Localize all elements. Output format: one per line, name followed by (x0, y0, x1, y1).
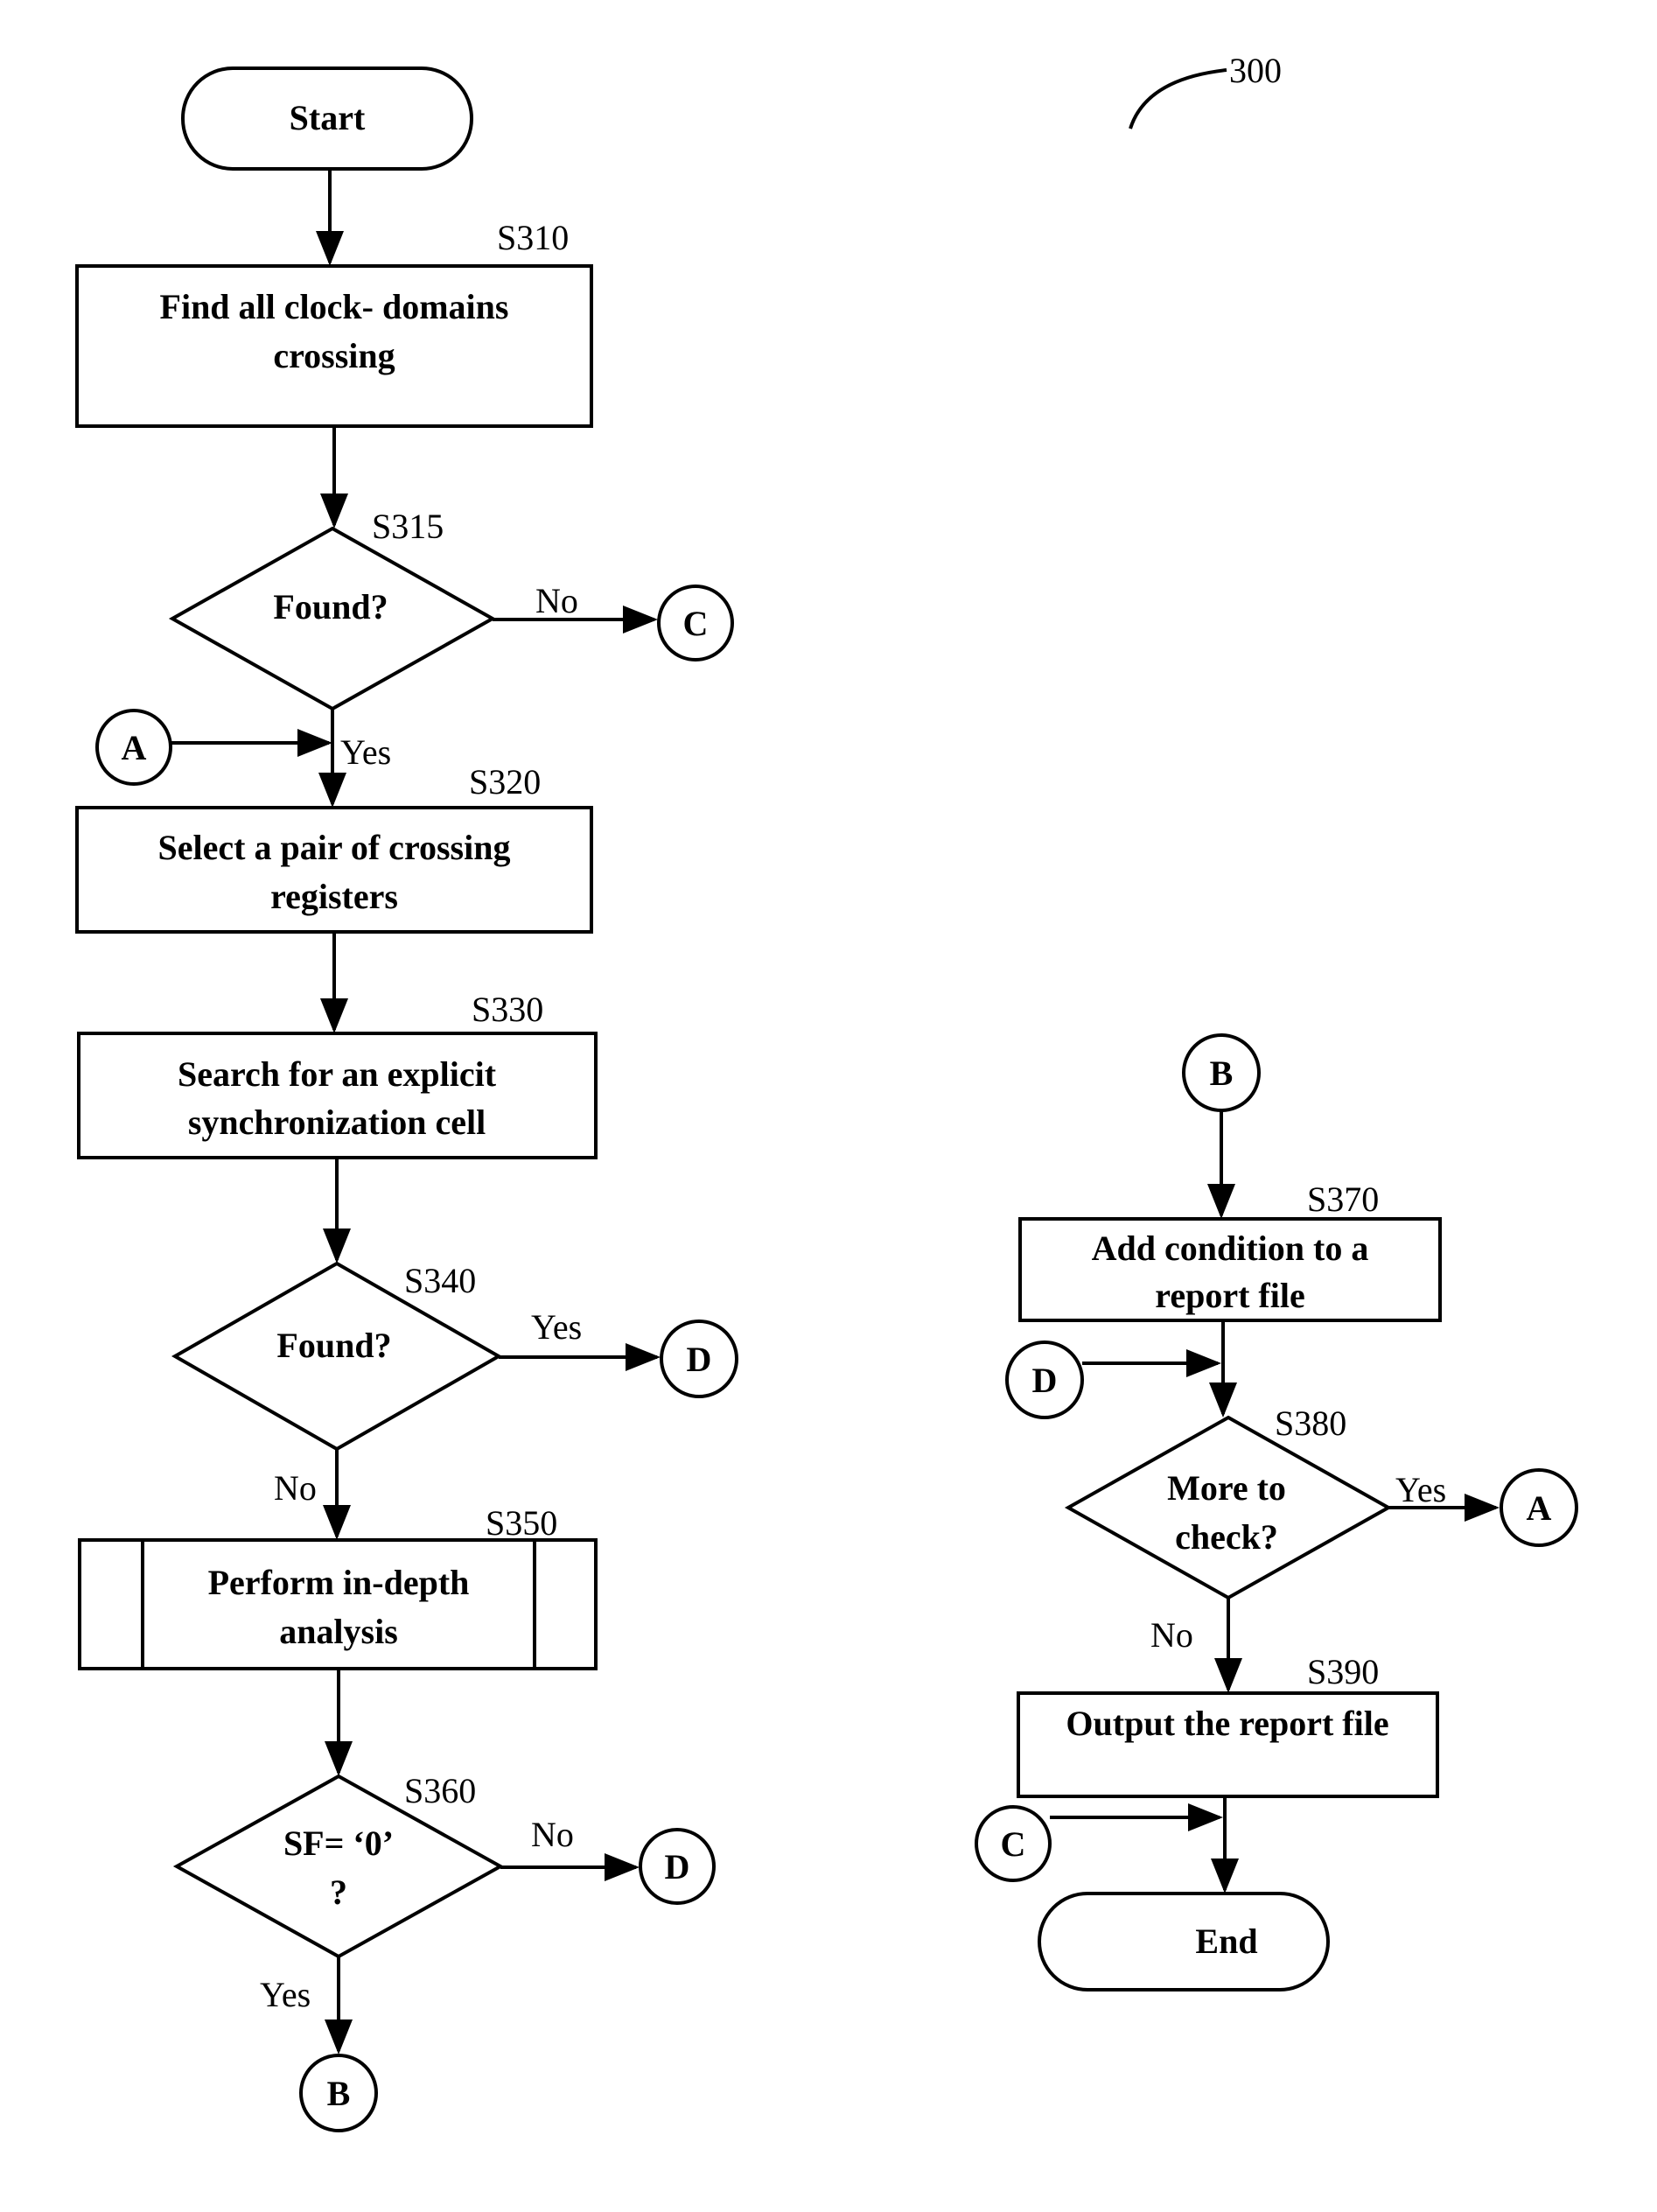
s390-line-1: Output the report file (1066, 1704, 1388, 1743)
connector-c-out: C (657, 584, 734, 662)
s310-line-2: crossing (273, 336, 395, 375)
s315-no-label: No (535, 581, 578, 620)
connector-b-in: B (1182, 1033, 1261, 1112)
step-id-s360: S360 (404, 1771, 476, 1810)
reference-numeral: 300 (1229, 51, 1282, 90)
s315-question: Found? (273, 587, 388, 626)
process-s390: Output the report file (1017, 1691, 1439, 1798)
s340-yes-label: Yes (531, 1307, 582, 1347)
s310-line-1: Find all clock- domains (160, 287, 509, 326)
s380-no-label: No (1150, 1615, 1193, 1655)
connector-a-in: A (95, 709, 172, 786)
connector-d-out-1-label: D (687, 1340, 712, 1379)
s315-yes-label: Yes (340, 732, 391, 772)
s340-question: Found? (276, 1326, 391, 1365)
s360-yes-label: Yes (260, 1975, 311, 2014)
process-s370: Add condition to a report file (1018, 1217, 1442, 1322)
s360-line-1: SF= ‘0’ (283, 1824, 394, 1863)
step-id-s320: S320 (469, 762, 541, 802)
end-label: End (1195, 1922, 1257, 1961)
process-s320: Select a pair of crossing registers (75, 806, 593, 934)
step-id-s390: S390 (1307, 1652, 1379, 1691)
s340-no-label: No (274, 1468, 317, 1508)
s330-line-1: Search for an explicit (178, 1054, 497, 1094)
decision-s380: More to check? (1064, 1415, 1393, 1600)
s370-line-2: report file (1155, 1276, 1304, 1315)
connector-a-in-label: A (122, 728, 147, 767)
start-terminal: Start (181, 66, 473, 171)
connector-c-out-label: C (683, 604, 709, 643)
step-id-s330: S330 (472, 990, 543, 1029)
connector-a-out-label: A (1527, 1488, 1552, 1528)
s370-line-1: Add condition to a (1092, 1228, 1369, 1268)
connector-b-in-label: B (1210, 1054, 1234, 1093)
s380-line-2: check? (1175, 1517, 1278, 1557)
s360-line-2: ? (330, 1872, 347, 1912)
process-s310: Find all clock- domains crossing (75, 264, 593, 428)
connector-b-out: B (299, 2054, 378, 2132)
connector-d-out-1: D (660, 1320, 738, 1398)
process-s330: Search for an explicit synchronization c… (77, 1032, 598, 1159)
step-id-s315: S315 (372, 507, 444, 546)
predefined-process-s350: Perform in-depth analysis (78, 1538, 598, 1670)
s350-line-1: Perform in-depth (208, 1563, 470, 1602)
decision-s315: Found? (168, 526, 497, 711)
connector-d-out-2-label: D (665, 1847, 690, 1886)
connector-b-out-label: B (327, 2074, 351, 2113)
step-id-s380: S380 (1275, 1404, 1346, 1443)
step-id-s310: S310 (497, 218, 569, 257)
start-label: Start (290, 98, 366, 137)
s320-line-1: Select a pair of crossing (158, 828, 511, 867)
step-id-s350: S350 (486, 1503, 557, 1543)
s380-line-1: More to (1167, 1468, 1286, 1508)
s330-line-2: synchronization cell (188, 1102, 486, 1142)
connector-c-in: C (975, 1805, 1052, 1882)
step-id-s340: S340 (404, 1261, 476, 1300)
connector-a-out: A (1500, 1468, 1578, 1547)
s320-line-2: registers (270, 877, 398, 916)
connector-c-in-label: C (1001, 1824, 1026, 1864)
step-id-s370: S370 (1307, 1180, 1379, 1219)
end-terminal: End (1038, 1892, 1330, 1992)
connector-d-out-2: D (639, 1828, 716, 1905)
s360-no-label: No (531, 1815, 574, 1854)
s380-yes-label: Yes (1395, 1470, 1446, 1509)
reference-leader-line (1129, 68, 1227, 130)
s350-line-2: analysis (279, 1612, 398, 1651)
connector-d-in-label: D (1032, 1361, 1058, 1400)
flowchart-300: 300 Start S310 Find all clock- domains c… (75, 51, 1578, 2132)
connector-d-in: D (1005, 1340, 1084, 1419)
